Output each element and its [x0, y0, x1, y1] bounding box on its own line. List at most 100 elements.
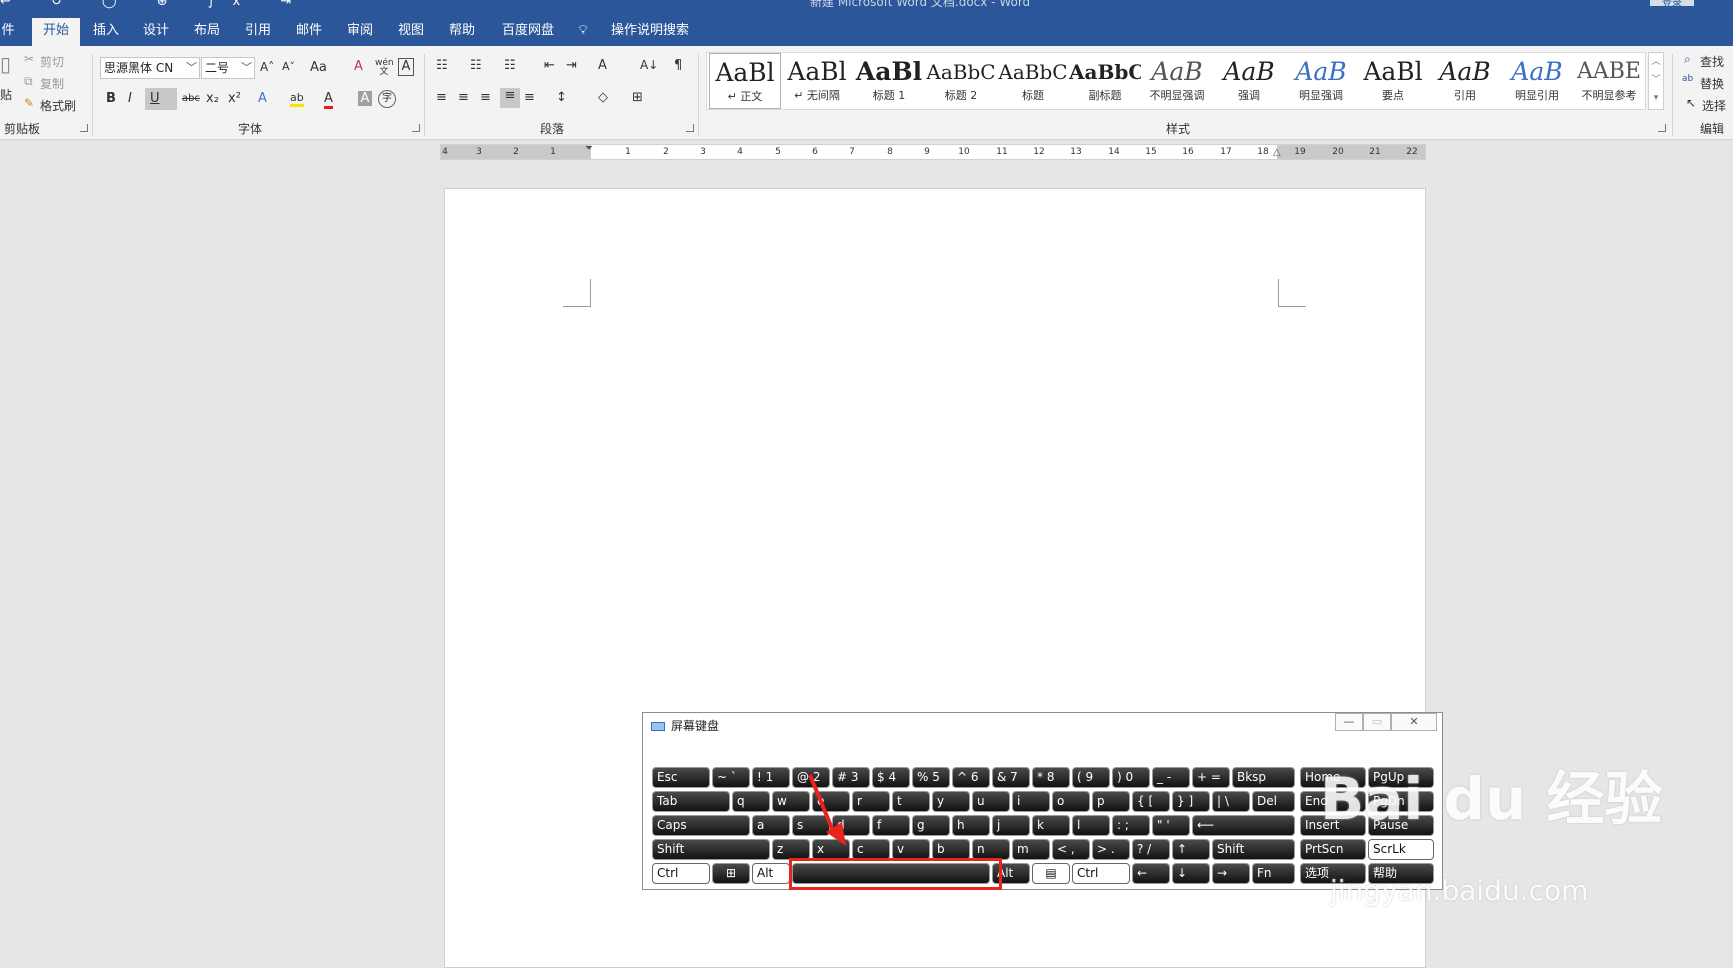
key-b[interactable]: b: [932, 839, 970, 860]
tab-references[interactable]: 引用: [240, 18, 276, 46]
key-ctrl-left[interactable]: Ctrl: [652, 863, 710, 884]
menu-key-icon[interactable]: ▤: [1032, 863, 1070, 884]
style-no-spacing[interactable]: AaBl ↵ 无间隔: [781, 53, 853, 109]
key-x[interactable]: x: [812, 839, 850, 860]
tab-design[interactable]: 设计: [138, 18, 174, 46]
cut-button[interactable]: 剪切: [40, 53, 64, 70]
increase-indent-button[interactable]: ⇥: [566, 58, 577, 73]
grow-font-button[interactable]: A˄: [260, 60, 274, 74]
distributed-button[interactable]: ≡: [524, 90, 535, 105]
key-ctrl-right[interactable]: Ctrl: [1072, 863, 1130, 884]
show-marks-button[interactable]: ¶: [674, 58, 682, 73]
key-p[interactable]: p: [1092, 791, 1130, 812]
key-semicolon[interactable]: : ;: [1112, 815, 1150, 836]
key-i[interactable]: i: [1012, 791, 1050, 812]
bold-button[interactable]: B: [106, 91, 116, 106]
tab-baidu-netdisk[interactable]: 百度网盘: [496, 18, 560, 46]
key-f[interactable]: f: [872, 815, 910, 836]
key-caps[interactable]: Caps: [652, 815, 750, 836]
key-tilde[interactable]: ~ `: [712, 767, 750, 788]
tell-me-search[interactable]: 操作说明搜索: [598, 18, 702, 46]
key-u[interactable]: u: [972, 791, 1010, 812]
style-strong[interactable]: AaBl 要点: [1357, 53, 1429, 109]
key-tab[interactable]: Tab: [652, 791, 730, 812]
find-button[interactable]: 查找: [1700, 53, 1724, 70]
key-v[interactable]: v: [892, 839, 930, 860]
right-indent-marker-icon[interactable]: △: [1273, 147, 1281, 158]
key-backspace[interactable]: Bksp: [1232, 767, 1295, 788]
key-g[interactable]: g: [912, 815, 950, 836]
key-fn[interactable]: Fn: [1252, 863, 1295, 884]
change-case-button[interactable]: Aa: [310, 60, 327, 75]
key-q[interactable]: q: [732, 791, 770, 812]
key-slash[interactable]: ? /: [1132, 839, 1170, 860]
key-equals[interactable]: + =: [1192, 767, 1230, 788]
tab-mailings[interactable]: 邮件: [291, 18, 327, 46]
replace-button[interactable]: 替换: [1700, 75, 1724, 92]
key-2[interactable]: @ 2: [792, 767, 830, 788]
key-6[interactable]: ^ 6: [952, 767, 990, 788]
copy-button[interactable]: 复制: [40, 75, 64, 92]
tab-home[interactable]: 开始: [32, 18, 80, 46]
format-painter-button[interactable]: 格式刷: [40, 97, 76, 114]
key-m[interactable]: m: [1012, 839, 1050, 860]
underline-button[interactable]: U: [150, 91, 160, 106]
key-r[interactable]: r: [852, 791, 890, 812]
numbering-button[interactable]: ☷: [470, 58, 482, 73]
minimize-button[interactable]: —: [1335, 713, 1363, 731]
sort-button[interactable]: A↓: [640, 58, 658, 72]
styles-launcher-icon[interactable]: [1658, 124, 1666, 132]
phonetic-guide-button[interactable]: wén文: [375, 59, 394, 77]
line-spacing-button[interactable]: ↕: [556, 90, 567, 105]
enclose-characters-button[interactable]: 字: [378, 90, 396, 108]
horizontal-ruler[interactable]: ⏷ △ 4 3 2 1 1 2 3 4 5 6 7 8 9 10 11 12 1…: [440, 143, 1426, 160]
key-period[interactable]: > .: [1092, 839, 1130, 860]
key-3[interactable]: # 3: [832, 767, 870, 788]
chinese-layout-button[interactable]: A: [598, 58, 607, 73]
key-c[interactable]: c: [852, 839, 890, 860]
chevron-down-icon[interactable]: ﹀: [1649, 71, 1663, 89]
strikethrough-button[interactable]: abc: [182, 93, 200, 104]
key-prtscn[interactable]: PrtScn: [1300, 839, 1366, 860]
align-left-button[interactable]: ≡: [436, 90, 447, 105]
more-styles-icon[interactable]: ▾: [1649, 89, 1663, 107]
key-y[interactable]: y: [932, 791, 970, 812]
key-down-arrow[interactable]: ↓: [1172, 863, 1210, 884]
character-shading-button[interactable]: A: [358, 91, 372, 106]
italic-button[interactable]: I: [128, 91, 132, 106]
borders-button[interactable]: ⊞: [632, 90, 643, 105]
font-launcher-icon[interactable]: [412, 124, 420, 132]
key-9[interactable]: ( 9: [1072, 767, 1110, 788]
justify-button[interactable]: ≡: [500, 88, 520, 108]
tab-file[interactable]: 件: [0, 18, 16, 46]
key-shift-right[interactable]: Shift: [1212, 839, 1295, 860]
key-d[interactable]: d: [832, 815, 870, 836]
tab-review[interactable]: 审阅: [342, 18, 378, 46]
paste-icon[interactable]: ▯: [0, 52, 11, 76]
shading-button[interactable]: ◇: [598, 90, 608, 105]
key-1[interactable]: ! 1: [752, 767, 790, 788]
character-border-button[interactable]: A: [398, 58, 414, 76]
key-h[interactable]: h: [952, 815, 990, 836]
key-esc[interactable]: Esc: [652, 767, 710, 788]
key-scrlk[interactable]: ScrLk: [1368, 839, 1434, 860]
key-left-arrow[interactable]: ←: [1132, 863, 1170, 884]
subscript-button[interactable]: x₂: [206, 91, 219, 106]
key-up-arrow[interactable]: ↑: [1172, 839, 1210, 860]
style-subtitle[interactable]: AaBbC 副标题: [1069, 53, 1141, 109]
quick-access-toolbar[interactable]: ↩ ↻ ◯ ⊕ ∫x ⇥: [0, 0, 309, 9]
key-o[interactable]: o: [1052, 791, 1090, 812]
chevron-up-icon[interactable]: ︿: [1649, 53, 1663, 71]
bullets-button[interactable]: ☷: [436, 58, 448, 73]
maximize-button[interactable]: ▭: [1363, 713, 1391, 731]
key-s[interactable]: s: [792, 815, 830, 836]
key-l[interactable]: l: [1072, 815, 1110, 836]
style-intense-quote[interactable]: AaB 明显引用: [1501, 53, 1573, 109]
clear-formatting-button[interactable]: A: [354, 59, 363, 74]
superscript-button[interactable]: x²: [228, 91, 241, 106]
font-color-button[interactable]: A: [324, 91, 333, 109]
key-right-arrow[interactable]: →: [1212, 863, 1250, 884]
style-subtle-emphasis[interactable]: AaB 不明显强调: [1141, 53, 1213, 109]
key-5[interactable]: % 5: [912, 767, 950, 788]
center-button[interactable]: ≡: [458, 90, 469, 105]
